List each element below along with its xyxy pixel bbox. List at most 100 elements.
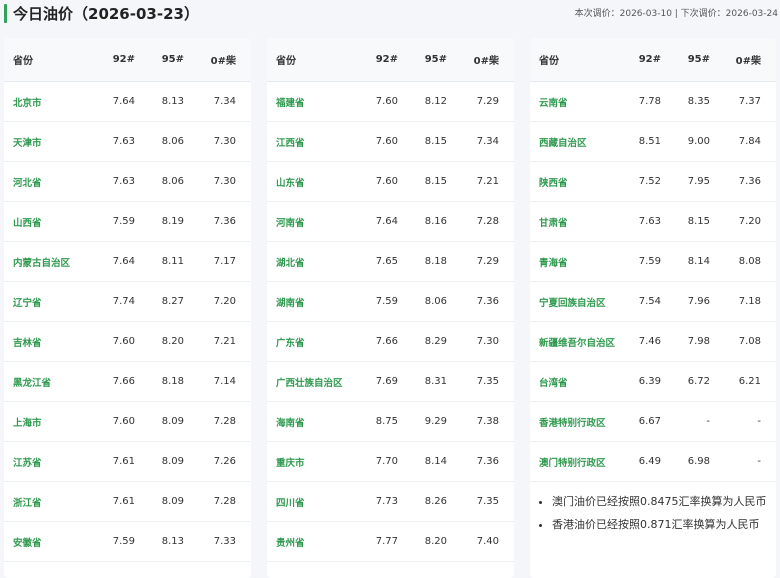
table-row: 重庆市 7.70 8.14 7.36: [267, 441, 514, 482]
province-link[interactable]: 黑龙江省: [13, 378, 51, 389]
province-link[interactable]: 天津市: [13, 138, 42, 149]
price-92-cell: 7.61: [99, 481, 150, 522]
province-link[interactable]: 宁夏回族自治区: [539, 298, 606, 309]
province-cell: 湖南省: [267, 281, 362, 322]
table-row: 天津市 7.63 8.06 7.30: [4, 121, 251, 162]
province-cell: 山西省: [4, 201, 99, 242]
province-cell: 浙江省: [4, 481, 99, 522]
province-link[interactable]: 新疆维吾尔自治区: [539, 338, 615, 349]
price-diesel-cell: 7.14: [199, 361, 251, 402]
column-header-92: 92#: [625, 38, 676, 82]
table-row: 海南省 8.75 9.29 7.38: [267, 401, 514, 442]
price-95-cell: 8.15: [413, 161, 462, 202]
price-diesel-cell: 6.21: [725, 361, 776, 402]
price-diesel-cell: 8.08: [725, 241, 776, 282]
price-95-cell: 8.11: [150, 241, 199, 282]
province-link[interactable]: 四川省: [276, 498, 305, 509]
province-cell: 湖北省: [267, 241, 362, 282]
province-link[interactable]: 海南省: [276, 418, 305, 429]
province-link[interactable]: 江西省: [276, 138, 305, 149]
table-row: 云南省 7.78 8.35 7.37: [530, 81, 776, 122]
price-diesel-cell: 7.35: [462, 361, 514, 402]
province-link[interactable]: 河南省: [276, 218, 305, 229]
price-92-cell: 8.51: [625, 121, 676, 162]
table-header-row: 省份 92# 95# 0#柴: [267, 38, 514, 82]
province-link[interactable]: 浙江省: [13, 498, 42, 509]
table-row: 吉林省 7.60 8.20 7.21: [4, 321, 251, 362]
price-95-cell: 8.26: [413, 481, 462, 522]
price-95-cell: 8.09: [150, 441, 199, 482]
price-92-cell: 7.65: [362, 241, 413, 282]
province-link[interactable]: 青海省: [539, 258, 568, 269]
price-92-cell: 7.63: [99, 121, 150, 162]
price-table-card-1: 省份 92# 95# 0#柴 北京市 7.64 8.13 7.34 天津市 7.63 8.0…: [4, 38, 251, 578]
price-95-cell: 8.12: [413, 81, 462, 122]
price-95-cell: 8.15: [413, 121, 462, 162]
province-link[interactable]: 河北省: [13, 178, 42, 189]
price-95-cell: 7.98: [676, 321, 725, 362]
province-link[interactable]: 贵州省: [276, 538, 305, 549]
price-95-cell: 8.31: [413, 361, 462, 402]
price-95-cell: 6.72: [676, 361, 725, 402]
exchange-rate-notes: 澳门油价已经按照0.8475汇率换算为人民币 香港油价已经按照0.871汇率换算…: [530, 492, 776, 534]
province-link[interactable]: 澳门特别行政区: [539, 458, 606, 469]
column-header-province: 省份: [267, 38, 362, 82]
price-diesel-cell: 7.36: [199, 201, 251, 242]
province-link[interactable]: 吉林省: [13, 338, 42, 349]
price-92-cell: 7.59: [99, 521, 150, 562]
province-cell: 广东省: [267, 321, 362, 362]
price-diesel-cell: 7.36: [462, 281, 514, 322]
province-link[interactable]: 内蒙古自治区: [13, 258, 70, 269]
price-92-cell: 7.78: [625, 81, 676, 122]
province-link[interactable]: 上海市: [13, 418, 42, 429]
price-92-cell: 7.70: [362, 441, 413, 482]
table-row: 青海省 7.59 8.14 8.08: [530, 241, 776, 282]
table-row: 台湾省 6.39 6.72 6.21: [530, 361, 776, 402]
price-95-cell: 8.27: [150, 281, 199, 322]
province-link[interactable]: 香港特别行政区: [539, 418, 606, 429]
price-diesel-cell: 7.35: [462, 481, 514, 522]
province-link[interactable]: 甘肃省: [539, 218, 568, 229]
table-row: 四川省 7.73 8.26 7.35: [267, 481, 514, 522]
province-cell: 云南省: [530, 81, 625, 122]
price-diesel-cell: -: [725, 441, 776, 482]
province-cell: 陕西省: [530, 161, 625, 202]
province-cell: 重庆市: [267, 441, 362, 482]
price-92-cell: 8.75: [362, 401, 413, 442]
table-row: 内蒙古自治区 7.64 8.11 7.17: [4, 241, 251, 282]
province-link[interactable]: 山西省: [13, 218, 42, 229]
price-diesel-cell: 7.34: [199, 81, 251, 122]
price-95-cell: 8.06: [413, 281, 462, 322]
province-cell: 四川省: [267, 481, 362, 522]
price-diesel-cell: -: [725, 401, 776, 442]
table-row: 黑龙江省 7.66 8.18 7.14: [4, 361, 251, 402]
page-title: 今日油价（2026-03-23）: [13, 5, 199, 23]
province-link[interactable]: 安徽省: [13, 538, 42, 549]
province-link[interactable]: 台湾省: [539, 378, 568, 389]
province-cell: 海南省: [267, 401, 362, 442]
province-link[interactable]: 山东省: [276, 178, 305, 189]
province-link[interactable]: 云南省: [539, 98, 568, 109]
province-link[interactable]: 重庆市: [276, 458, 305, 469]
province-link[interactable]: 北京市: [13, 98, 42, 109]
province-link[interactable]: 辽宁省: [13, 298, 42, 309]
column-header-diesel: 0#柴: [462, 38, 514, 82]
province-cell: 贵州省: [267, 521, 362, 562]
price-table-1: 省份 92# 95# 0#柴 北京市 7.64 8.13 7.34 天津市 7.63 8.0…: [4, 38, 251, 562]
price-92-cell: 7.54: [625, 281, 676, 322]
price-92-cell: 7.64: [362, 201, 413, 242]
province-cell: 安徽省: [4, 521, 99, 562]
price-92-cell: 6.67: [625, 401, 676, 442]
province-link[interactable]: 广西壮族自治区: [276, 378, 343, 389]
province-link[interactable]: 福建省: [276, 98, 305, 109]
province-cell: 天津市: [4, 121, 99, 162]
province-link[interactable]: 湖北省: [276, 258, 305, 269]
province-link[interactable]: 江苏省: [13, 458, 42, 469]
province-link[interactable]: 湖南省: [276, 298, 305, 309]
price-diesel-cell: 7.20: [725, 201, 776, 242]
province-link[interactable]: 西藏自治区: [539, 138, 587, 149]
province-link[interactable]: 广东省: [276, 338, 305, 349]
price-92-cell: 7.60: [362, 161, 413, 202]
province-cell: 辽宁省: [4, 281, 99, 322]
province-link[interactable]: 陕西省: [539, 178, 568, 189]
